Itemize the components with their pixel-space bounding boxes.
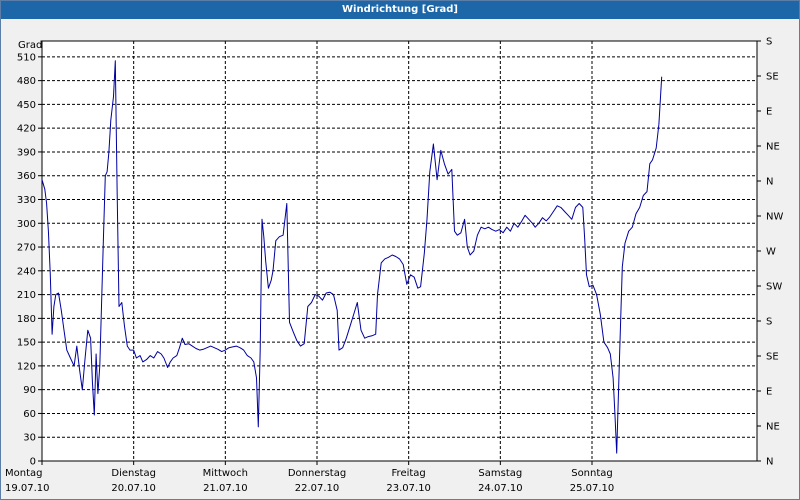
y-tick-label: 300: [17, 219, 36, 230]
y-tick-label: 150: [17, 338, 36, 349]
x-tick-date-label: 21.07.10: [203, 483, 248, 494]
y-tick-label: 510: [17, 52, 36, 63]
y-tick-label: 480: [17, 76, 36, 87]
x-tick-day-label: Freitag: [392, 468, 426, 479]
y2-axis-ticks: N NE E SE S SW W NW N NE E SE S: [757, 37, 783, 468]
x-tick-date-label: 23.07.10: [386, 483, 431, 494]
y2-tick-label: SW: [766, 282, 782, 293]
y-tick-label: 450: [17, 100, 36, 111]
y-tick-label: 360: [17, 171, 36, 182]
x-tick-date-label: 20.07.10: [111, 483, 156, 494]
y2-tick-label: E: [766, 107, 772, 118]
x-tick-date-label: 22.07.10: [295, 483, 340, 494]
x-tick-day-label: Donnerstag: [288, 468, 346, 479]
y-tick-label: 270: [17, 243, 36, 254]
x-tick-day-label: Samstag: [478, 468, 522, 479]
y-tick-label: 30: [23, 433, 36, 444]
y-axis-label: Grad: [18, 40, 42, 51]
y-tick-label: 0: [30, 457, 36, 468]
y-tick-label: 390: [17, 147, 36, 158]
y2-tick-label: NE: [766, 142, 780, 153]
y2-tick-label: N: [766, 177, 773, 188]
y-axis-ticks: 0 30 60 90 120 150 180 210 240 270 300 330 360 390 420…: [17, 52, 42, 468]
chart-window: Windrichtung [Grad] 0 30 60 90 120 150 180 210 2…: [0, 0, 800, 500]
x-tick-date-label: 24.07.10: [478, 483, 523, 494]
y-tick-label: 420: [17, 124, 36, 135]
x-tick-day-label: Montag: [5, 468, 42, 479]
y-tick-label: 180: [17, 314, 36, 325]
y2-tick-label: W: [766, 247, 776, 258]
window-title: Windrichtung [Grad]: [1, 1, 799, 19]
line-chart: 0 30 60 90 120 150 180 210 240 270 300 330 360 390 420…: [5, 37, 783, 495]
y-tick-label: 240: [17, 266, 36, 277]
x-tick-date-label: 25.07.10: [570, 483, 615, 494]
x-tick-day-label: Mittwoch: [203, 468, 248, 479]
y-tick-label: 120: [17, 361, 36, 372]
y-tick-label: 210: [17, 290, 36, 301]
y-tick-label: 90: [23, 385, 36, 396]
x-tick-day-label: Dienstag: [111, 468, 156, 479]
y2-tick-label: NE: [766, 422, 780, 433]
y2-tick-label: SE: [766, 72, 779, 83]
y-tick-label: 60: [23, 409, 36, 420]
y2-tick-label: N: [766, 457, 773, 468]
x-tick-day-label: Sonntag: [571, 468, 613, 479]
y-tick-label: 330: [17, 195, 36, 206]
y2-tick-label: E: [766, 387, 772, 398]
y2-tick-label: S: [766, 317, 772, 328]
y2-tick-label: NW: [766, 212, 783, 223]
x-tick-date-label: 19.07.10: [5, 483, 50, 494]
y2-tick-label: S: [766, 37, 772, 48]
y2-tick-label: SE: [766, 352, 779, 363]
x-axis-ticks: Montag 19.07.10 Dienstag 20.07.10 Mittwoch 21…: [5, 461, 614, 494]
